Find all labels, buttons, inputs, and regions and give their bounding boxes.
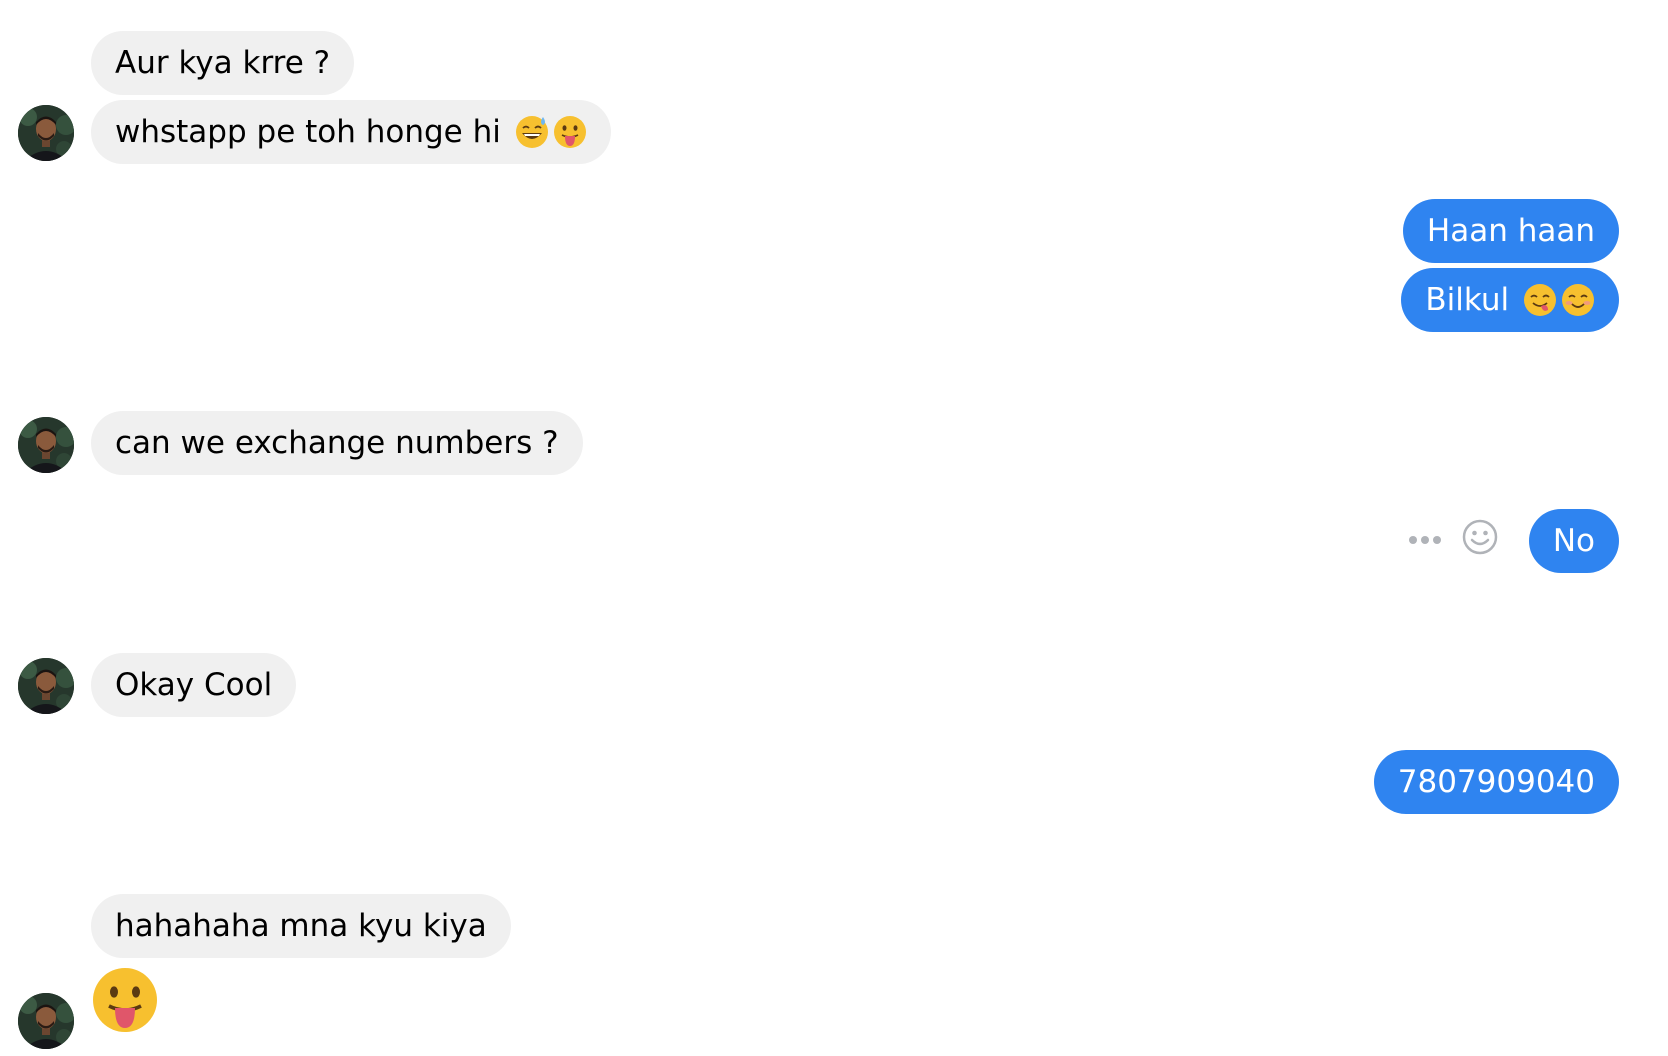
- message-text: No: [1552, 523, 1595, 559]
- message-text: Haan haan: [1426, 213, 1595, 249]
- blush-emoji: [1561, 282, 1595, 317]
- avatar[interactable]: [18, 417, 74, 473]
- incoming-message-bubble[interactable]: can we exchange numbers ?: [91, 411, 583, 475]
- avatar[interactable]: [18, 658, 74, 714]
- outgoing-message-bubble[interactable]: No: [1528, 509, 1619, 573]
- message-text: hahahaha mna kyu kiya: [115, 908, 487, 944]
- yum-emoji: [1523, 282, 1557, 317]
- react-smiley-icon[interactable]: [1462, 519, 1498, 559]
- message-actions: [1408, 514, 1498, 564]
- outgoing-message-bubble[interactable]: Haan haan: [1402, 199, 1619, 263]
- outgoing-message-bubble[interactable]: Bilkul: [1401, 268, 1619, 332]
- incoming-message-bubble[interactable]: Okay Cool: [91, 653, 297, 717]
- message-text: whstapp pe toh honge hi: [115, 114, 501, 150]
- message-text: can we exchange numbers ?: [115, 425, 559, 461]
- outgoing-message-bubble[interactable]: 7807909040: [1373, 750, 1619, 814]
- message-text: Bilkul: [1425, 282, 1510, 318]
- grinning-sweat-emoji: [514, 114, 549, 149]
- more-options-icon[interactable]: [1408, 530, 1442, 549]
- tongue-out-emoji[interactable]: [91, 966, 159, 1034]
- incoming-message-bubble[interactable]: whstapp pe toh honge hi: [91, 100, 611, 164]
- tongue-out-emoji: [552, 114, 587, 149]
- avatar[interactable]: [18, 105, 74, 161]
- avatar[interactable]: [18, 993, 74, 1049]
- incoming-message-bubble[interactable]: hahahaha mna kyu kiya: [91, 894, 511, 958]
- incoming-message-bubble[interactable]: Aur kya krre ?: [91, 31, 355, 95]
- message-text: Aur kya krre ?: [115, 45, 331, 81]
- message-text: Okay Cool: [115, 667, 273, 703]
- message-text: 7807909040: [1397, 764, 1595, 800]
